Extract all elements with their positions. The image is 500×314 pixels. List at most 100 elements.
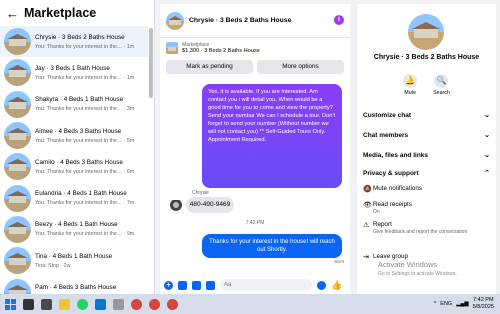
message-composer: + 👍 [160, 276, 350, 294]
conversation-preview: You: Thanks for your interest in the… · … [35, 231, 135, 238]
edge-icon[interactable] [95, 298, 106, 310]
read-receipts-label: Read receipts [373, 201, 412, 208]
mute-notifications-item[interactable]: 🔕 Mute notifications [363, 185, 490, 193]
conversation-preview: You: Thanks for your interest in the… · … [35, 43, 135, 50]
activate-windows-watermark: Activate Windows [378, 260, 438, 269]
info-icon[interactable]: i [334, 15, 344, 25]
activate-windows-subtext: Go to Settings to activate Windows. [378, 271, 457, 277]
mute-notifications-label: Mute notifications [373, 185, 423, 192]
sent-status: Sent [334, 260, 344, 265]
report-description: Give feedback and report the conversatio… [373, 229, 468, 235]
sender-avatar[interactable] [170, 199, 182, 211]
conversation-item[interactable]: Jay · 3 Beds 1 Bath House You: Thanks for… [0, 57, 148, 88]
customize-chat-section[interactable]: Customize chat ⌄ [363, 108, 490, 122]
mark-as-pending-button[interactable]: Mark as pending [166, 60, 253, 74]
details-title: Chrysie · 3 Beds 2 Baths House [373, 54, 480, 61]
chrome-icon[interactable] [167, 298, 178, 310]
listing-thumbnail [4, 59, 31, 87]
sticker-icon[interactable] [192, 280, 201, 290]
add-attachment-icon[interactable]: + [164, 280, 173, 290]
details-panel: Chrysie · 3 Beds 2 Baths House 🔔 Mute 🔍 … [357, 4, 496, 294]
conversation-item[interactable]: Camilo · 4 Beds 3 Baths House You: Thanks… [0, 151, 148, 182]
sender-name: Chrysie [192, 190, 209, 196]
conversation-list-scrollbar[interactable] [149, 28, 153, 98]
whatsapp-icon[interactable] [77, 298, 88, 310]
reply-message-bubble: Thanks for your interest in the houseI w… [202, 234, 342, 258]
customize-chat-label: Customize chat [363, 111, 412, 119]
conversation-item[interactable]: Aimee · 4 Beds 3 Baths House You: Thanks … [0, 120, 148, 151]
privacy-support-section[interactable]: Privacy & support ⌃ [363, 166, 490, 180]
privacy-support-label: Privacy & support [363, 169, 419, 177]
chat-members-label: Chat members [363, 131, 409, 139]
chat-avatar[interactable] [166, 11, 184, 30]
page-title: Marketplace [24, 6, 97, 20]
clock[interactable]: 7:42 PM 5/8/2025 [473, 297, 494, 311]
network-icon[interactable]: ▂▄▆ [456, 301, 468, 307]
conversation-preview: You: Thanks for your interest in the… · … [35, 137, 135, 144]
more-options-button[interactable]: More options [257, 60, 344, 74]
chevron-down-icon: ⌄ [484, 132, 490, 139]
listing-thumbnail [4, 215, 31, 243]
emoji-icon[interactable] [317, 280, 326, 290]
conversation-item[interactable]: Eulandria · 4 Beds 1 Bath House You: Than… [0, 182, 148, 213]
conversation-item[interactable]: Shakyra · 4 Beds 1 Bath House You: Thanks… [0, 89, 148, 120]
gif-icon[interactable] [206, 280, 215, 290]
message-input[interactable] [220, 279, 312, 291]
conversation-item[interactable]: Beezy · 4 Beds 1 Bath House You: Thanks f… [0, 214, 148, 245]
bell-off-icon: 🔕 [363, 186, 372, 193]
listing-card[interactable]: Marketplace $1,300 · 3 Beds 2 Baths Hous… [160, 38, 350, 58]
read-receipts-item[interactable]: 👁 Read receipts On [363, 201, 490, 215]
details-avatar [408, 14, 444, 50]
back-arrow-icon[interactable]: ← [6, 6, 20, 21]
mute-label: Mute [404, 90, 416, 96]
listing-thumbnail [4, 247, 31, 275]
conversation-name: Jay · 3 Beds 1 Bath House [35, 64, 110, 72]
chat-members-section[interactable]: Chat members ⌄ [363, 128, 490, 142]
listing-price: $1,300 · 3 Beds 2 Baths House [182, 48, 260, 54]
incoming-message-bubble: 480-490-9469 [186, 197, 234, 213]
marketplace-header: ← Marketplace [0, 0, 154, 26]
media-files-label: Media, files and links [363, 151, 429, 159]
chrome-icon[interactable] [149, 298, 160, 310]
windows-start-icon[interactable] [5, 298, 16, 310]
leave-group-label: Leave group [373, 253, 409, 260]
chat-title[interactable]: Chrysie · 3 Beds 2 Baths House [189, 17, 291, 24]
search-icon[interactable] [23, 298, 34, 310]
report-label: Report [373, 221, 392, 228]
read-receipts-status: On [373, 209, 380, 215]
media-files-section[interactable]: Media, files and links ⌄ [363, 148, 490, 162]
language-indicator[interactable]: ENG [440, 301, 452, 307]
listing-thumbnail [4, 184, 31, 212]
clock-time: 7:42 PM [473, 297, 494, 303]
chevron-up-icon: ⌃ [484, 170, 490, 177]
report-item[interactable]: ⚠ Report Give feedback and report the co… [363, 221, 490, 235]
tray-overflow-icon[interactable]: ^ [434, 301, 437, 307]
conversation-name: Eulandria · 4 Beds 1 Bath House [35, 190, 127, 198]
file-explorer-icon[interactable] [59, 298, 70, 310]
chevron-down-icon: ⌄ [484, 152, 490, 159]
search-button[interactable]: 🔍 Search [433, 74, 450, 96]
bell-icon: 🔔 [403, 74, 418, 88]
report-icon: ⚠ [363, 222, 370, 229]
conversation-name: Beezy · 4 Beds 1 Bath House [35, 221, 118, 229]
conversation-item[interactable]: Tina · 4 Beds 1 Bath House Tina: Stop · 2… [0, 245, 148, 276]
mute-button[interactable]: 🔔 Mute [403, 74, 418, 96]
conversation-item[interactable]: Chrysie · 3 Beds 2 Baths House You: Thank… [0, 26, 148, 58]
conversation-list: Chrysie · 3 Beds 2 Baths House You: Thank… [0, 26, 148, 308]
taskbar: ^ ENG ▂▄▆ 7:42 PM 5/8/2025 [0, 294, 500, 314]
message-timestamp: 7:42 PM [245, 220, 265, 226]
conversation-name: Aimee · 4 Beds 3 Baths House [35, 127, 122, 135]
photo-icon[interactable] [178, 280, 187, 290]
like-icon[interactable]: 👍 [331, 280, 342, 291]
chat-header: Chrysie · 3 Beds 2 Baths House i [160, 4, 350, 38]
conversation-name: Pam · 4 Beds 3 Baths House [35, 284, 117, 292]
conversation-name: Shakyra · 4 Beds 1 Bath House [35, 96, 124, 104]
eye-icon: 👁 [363, 202, 372, 209]
chrome-icon[interactable] [131, 298, 142, 310]
system-tray: ^ ENG ▂▄▆ 7:42 PM 5/8/2025 [434, 294, 494, 314]
task-view-icon[interactable] [41, 298, 52, 310]
app-icon[interactable] [113, 298, 124, 310]
listing-thumbnail [4, 122, 31, 150]
conversation-name: Chrysie · 3 Beds 2 Baths House [35, 33, 125, 41]
conversation-name: Tina · 4 Beds 1 Bath House [35, 252, 113, 260]
